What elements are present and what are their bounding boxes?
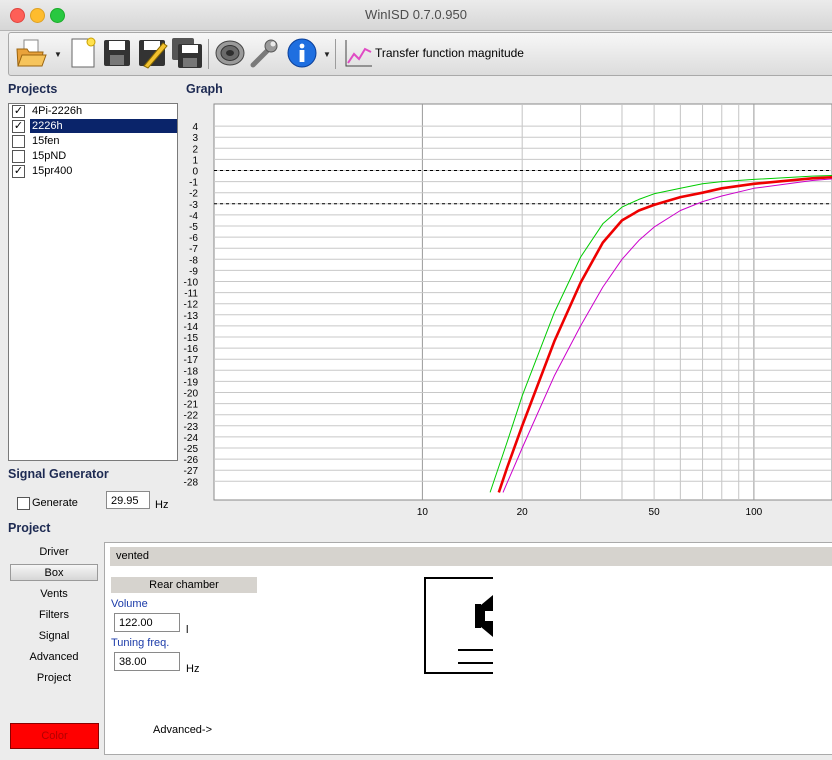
y-tick-label: 3	[192, 133, 198, 144]
x-tick-label: 10	[417, 507, 429, 518]
rear-chamber-header: Rear chamber	[111, 577, 257, 593]
advanced-link[interactable]: Advanced->	[153, 724, 212, 736]
x-tick-label: 100	[746, 507, 763, 518]
y-tick-label: -25	[184, 444, 199, 455]
y-tick-label: -15	[184, 333, 199, 344]
box-type-header: vented	[110, 547, 832, 566]
driver-dustcap-icon	[485, 611, 493, 621]
y-tick-label: -28	[184, 477, 199, 488]
x-tick-label: 20	[517, 507, 529, 518]
tuning-frequency-input[interactable]: 38.00	[114, 652, 180, 671]
y-tick-label: -12	[184, 300, 199, 311]
y-tick-label: -22	[184, 411, 199, 422]
driver-magnet-icon	[475, 604, 481, 628]
y-tick-label: 1	[192, 155, 198, 166]
y-tick-label: 4	[192, 122, 198, 133]
y-tick-label: 2	[192, 144, 198, 155]
y-tick-label: -21	[184, 400, 199, 411]
project-section-header: Project	[8, 521, 51, 535]
y-tick-label: -8	[189, 255, 198, 266]
plot-area	[213, 103, 832, 501]
y-tick-label: -10	[184, 278, 199, 289]
nav-vents[interactable]: Vents	[10, 586, 98, 603]
nav-filters[interactable]: Filters	[10, 607, 98, 624]
nav-driver[interactable]: Driver	[10, 544, 98, 561]
nav-box[interactable]: Box	[10, 564, 98, 581]
volume-label: Volume	[111, 598, 148, 610]
box-diagram	[424, 577, 493, 674]
y-tick-label: -11	[184, 289, 198, 300]
y-tick-label: -19	[184, 377, 199, 388]
transfer-function-graph[interactable]: 43210-1-2-3-4-5-6-7-8-9-10-11-12-13-14-1…	[0, 0, 832, 530]
y-tick-label: 0	[192, 167, 198, 178]
nav-signal[interactable]: Signal	[10, 628, 98, 645]
nav-project[interactable]: Project	[10, 670, 98, 687]
y-tick-label: -9	[189, 266, 198, 277]
y-tick-label: -6	[189, 233, 198, 244]
y-tick-label: -18	[184, 366, 199, 377]
y-tick-label: -7	[189, 244, 198, 255]
tuning-frequency-unit: Hz	[186, 663, 200, 675]
y-tick-label: -4	[189, 211, 198, 222]
nav-advanced[interactable]: Advanced	[10, 649, 98, 666]
y-tick-label: -23	[184, 422, 199, 433]
y-tick-label: -2	[189, 189, 198, 200]
y-tick-label: -24	[184, 433, 199, 444]
y-tick-label: -3	[189, 200, 198, 211]
volume-input[interactable]: 122.00	[114, 613, 180, 632]
y-tick-label: -27	[184, 466, 199, 477]
volume-unit: l	[186, 624, 189, 636]
y-tick-label: -13	[184, 311, 199, 322]
y-tick-label: -14	[184, 322, 199, 333]
color-button[interactable]: Color	[10, 723, 99, 749]
y-tick-label: -26	[184, 455, 199, 466]
tuning-frequency-label: Tuning freq.	[111, 637, 170, 649]
y-tick-label: -17	[184, 355, 199, 366]
y-tick-label: -1	[189, 178, 198, 189]
y-tick-label: -5	[189, 222, 198, 233]
y-tick-label: -20	[184, 389, 199, 400]
y-tick-label: -16	[184, 344, 199, 355]
x-tick-label: 50	[649, 507, 661, 518]
